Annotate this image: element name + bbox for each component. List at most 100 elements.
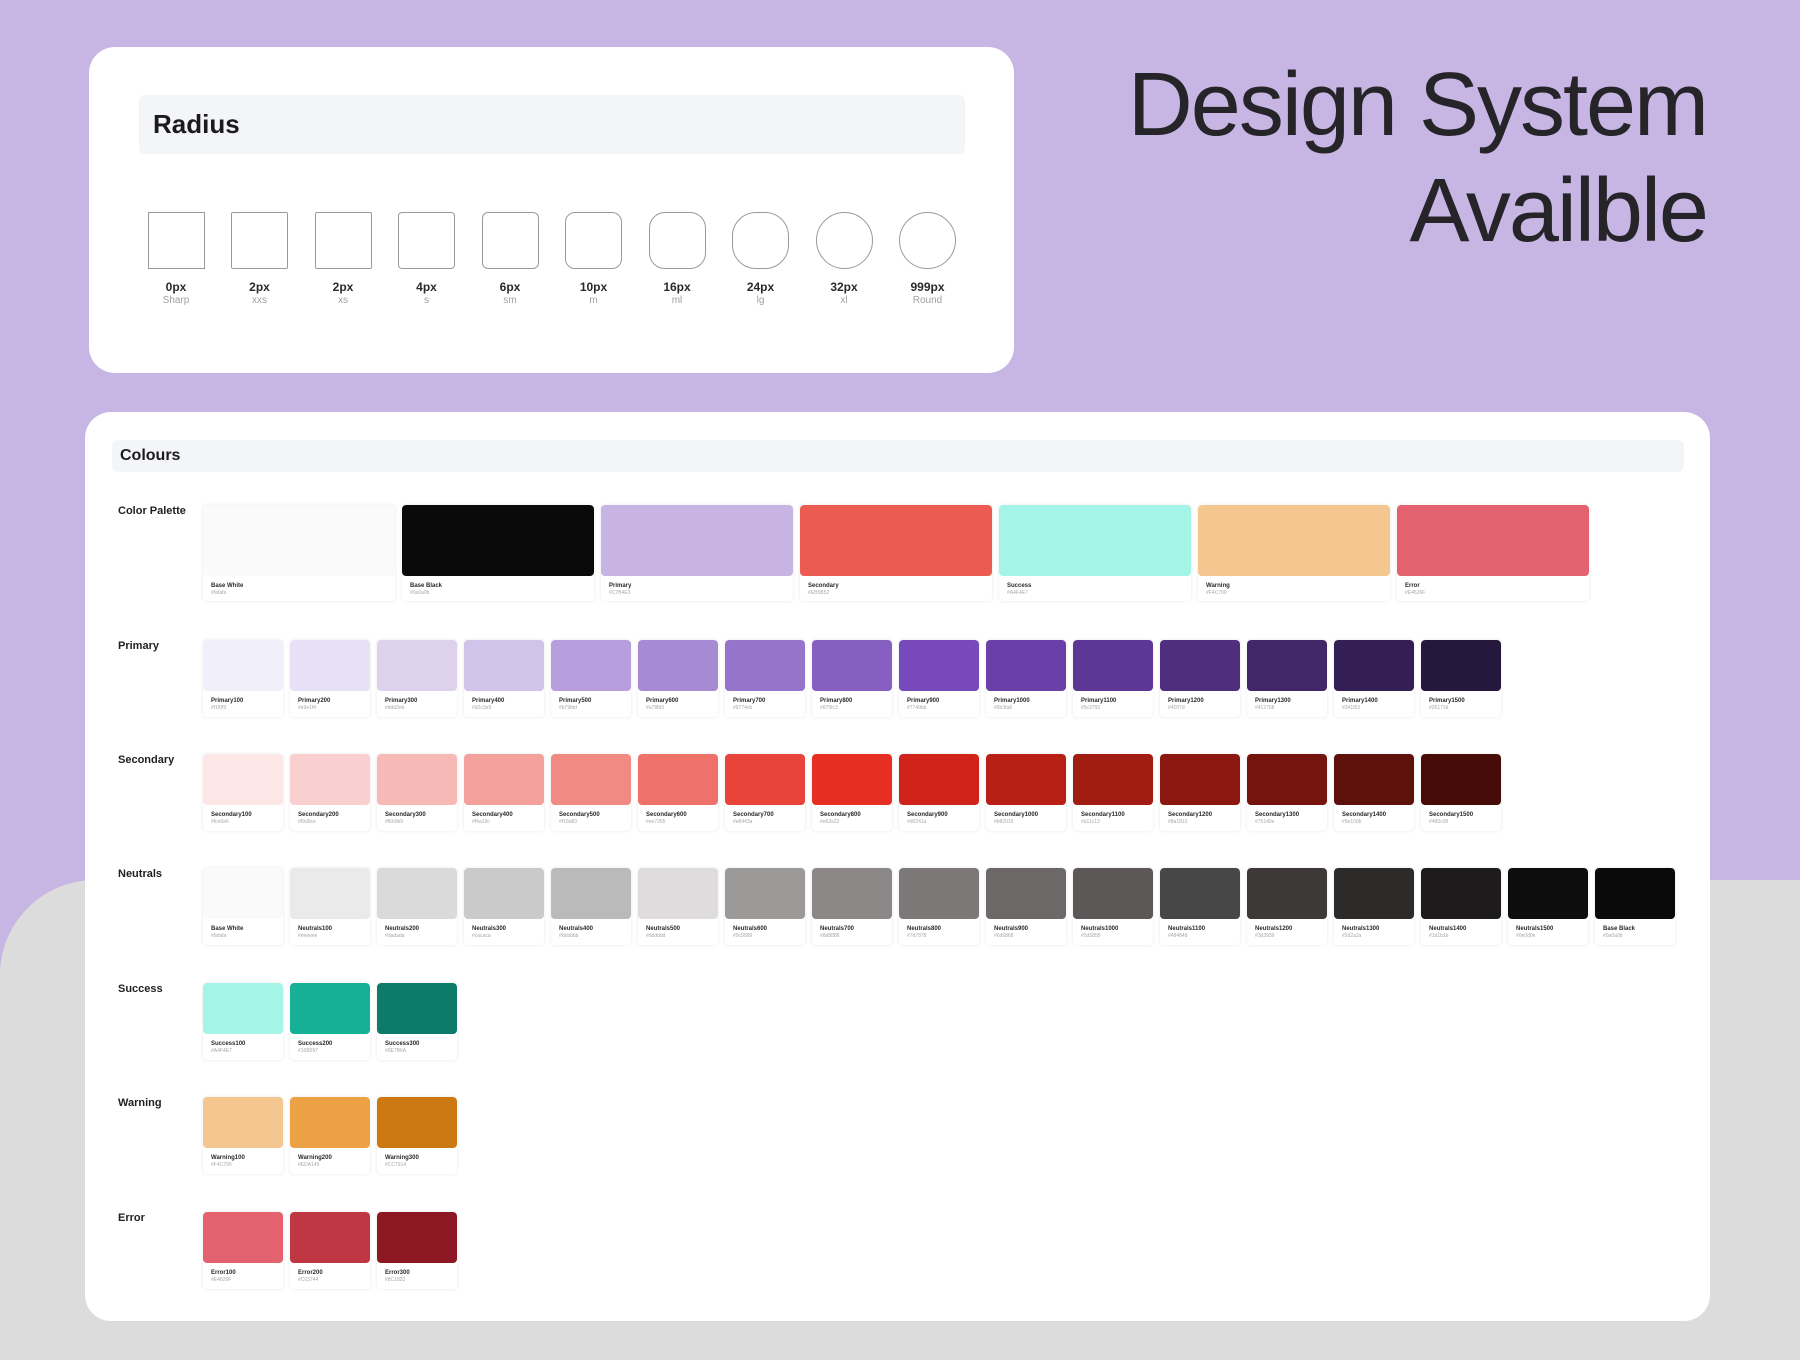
palette-row-label: Color Palette [118,505,186,517]
swatch-hex: #5d5858 [1081,933,1101,939]
radius-sample: 10px m [554,212,634,306]
swatch-color-fill [203,1212,283,1263]
radius-value: 32px [830,280,858,294]
swatch-hex: #dddddd [646,933,666,939]
swatch-hex: #8C1823 [385,1277,406,1283]
color-swatch: Warning #F4C790 [1198,505,1390,601]
color-swatch: Primary700 #9774cb [725,640,805,717]
radius-value: 2px [332,280,354,294]
radius-sample: 6px sm [470,212,550,306]
swatch-name: Neutrals1200 [1255,926,1293,932]
swatch-color-fill [464,640,544,691]
swatch-name: Warning200 [298,1155,332,1161]
swatch-color-fill [638,754,718,805]
swatch-name: Neutrals200 [385,926,420,932]
swatch-color-fill [725,640,805,691]
swatch-hex: #A4F4E7 [1007,590,1028,596]
swatch-name: Primary400 [472,698,505,704]
swatch-hex: #e9e1f4 [298,705,317,711]
swatch-hex: #fafafa [211,590,227,596]
radius-preview-box [481,212,539,269]
radius-token-name: lg [756,295,765,306]
color-swatch: Success100 #A4F4E7 [203,983,283,1060]
swatch-name: Error100 [211,1270,236,1276]
swatch-hex: #E4626F [1405,590,1426,596]
swatch-color-fill [290,640,370,691]
radius-value: 24px [746,280,775,294]
swatch-hex: #8d8888 [820,933,840,939]
swatch-color-fill [1160,640,1240,691]
swatch-color-fill [812,640,892,691]
swatch-hex: #F4C790 [1206,590,1227,596]
swatch-color-fill [551,640,631,691]
swatch-hex: #bbbbbb [559,933,579,939]
radius-preview-box [899,212,956,269]
swatch-color-fill [725,868,805,919]
color-swatch: Neutrals400 #bbbbbb [551,868,631,945]
swatch-color-fill [290,983,370,1034]
swatch-name: Primary1400 [1342,698,1378,704]
color-swatch: Base White #fafafa [203,868,283,945]
swatch-hex: #480c08 [1429,819,1449,825]
swatch-color-fill [1421,640,1501,691]
color-swatch: Secondary1300 #75140e [1247,754,1327,831]
swatch-name: Neutrals300 [472,926,507,932]
swatch-color-fill [203,505,395,576]
swatch-name: Secondary [808,583,839,589]
swatch-color-fill [1073,868,1153,919]
radius-value: 6px [499,280,521,294]
radius-preview-box [732,212,789,269]
swatch-name: Secondary1100 [1081,812,1125,818]
neutrals-row-label: Neutrals [118,868,163,880]
swatch-name: Success200 [298,1041,333,1047]
swatch-name: Secondary100 [211,812,252,818]
swatch-name: Neutrals100 [298,926,333,932]
swatch-hex: #484848 [1168,933,1188,939]
swatch-color-fill [1160,754,1240,805]
color-swatch: Secondary700 #e8443a [725,754,805,831]
swatch-name: Warning [1206,583,1230,589]
color-swatch: Primary600 #a78fd3 [638,640,718,717]
radius-token-name: ml [671,295,683,306]
swatch-hex: #8a1810 [1168,819,1188,825]
swatch-hex: #412768 [1255,705,1275,711]
color-swatch: Neutrals1500 #0e0d0e [1508,868,1588,945]
swatch-color-fill [812,754,892,805]
color-swatch: Warning100 #F4C790 [203,1097,283,1174]
swatch-name: Secondary200 [298,812,339,818]
swatch-name: Secondary1400 [1342,812,1387,818]
success-row-label: Success [118,983,163,995]
swatch-hex: #26173d [1429,705,1449,711]
radius-value: 999px [910,280,945,294]
color-swatch: Warning200 #EDA145 [290,1097,370,1174]
color-swatch: Neutrals500 #dddddd [638,868,718,945]
color-swatch: Secondary600 #ee7265 [638,754,718,831]
swatch-color-fill [203,868,283,919]
swatch-color-fill [899,754,979,805]
radius-sample: 32px xl [804,212,884,306]
swatch-name: Warning300 [385,1155,419,1161]
swatch-color-fill [290,754,370,805]
color-swatch: Secondary1400 #5e100b [1334,754,1414,831]
swatch-color-fill [377,983,457,1034]
swatch-color-fill [1198,505,1390,576]
headline-line-2: Availble [1409,161,1709,261]
success-swatch-row: Success100 #A4F4E7 Success200 #16B097 Succes… [203,983,464,1060]
swatch-color-fill [377,1212,457,1263]
color-swatch: Neutrals700 #8d8888 [812,868,892,945]
radius-preview-box [147,212,205,269]
swatch-name: Error300 [385,1270,410,1276]
swatch-color-fill [986,754,1066,805]
swatch-hex: #16B097 [298,1048,319,1054]
swatch-hex: #b82016 [994,819,1014,825]
color-swatch: Secondary1000 #b82016 [986,754,1066,831]
swatch-hex: #3d3939 [1255,933,1275,939]
swatch-hex: #C03744 [298,1277,319,1283]
swatch-name: Primary500 [559,698,592,704]
swatch-name: Secondary300 [385,812,426,818]
swatch-hex: #6d6868 [994,933,1014,939]
swatch-name: Neutrals800 [907,926,942,932]
swatch-name: Warning100 [211,1155,245,1161]
swatch-name: Secondary1000 [994,812,1039,818]
swatch-color-fill [986,868,1066,919]
